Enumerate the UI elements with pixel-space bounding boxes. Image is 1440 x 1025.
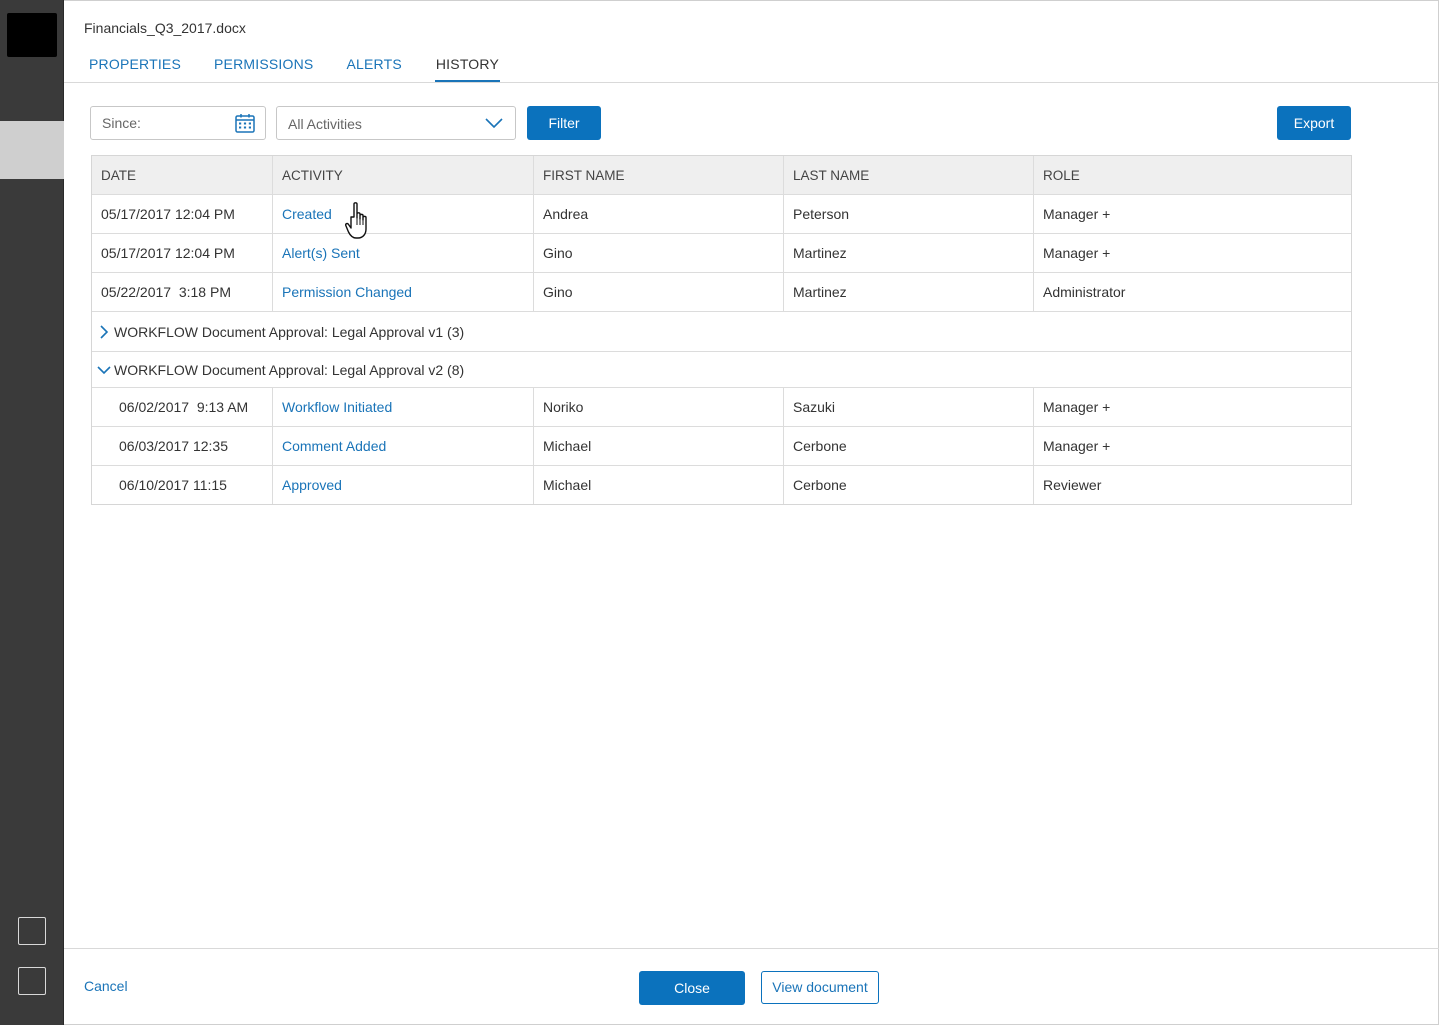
cell-role: Manager + — [1043, 206, 1111, 222]
cell-role: Reviewer — [1043, 477, 1102, 493]
cell-role: Administrator — [1043, 284, 1126, 300]
cell-date: 06/03/2017 12:35 — [92, 427, 273, 465]
cell-role: Manager + — [1043, 438, 1111, 454]
activity-select-value: All Activities — [288, 116, 362, 132]
tab-divider — [64, 82, 1439, 83]
cell-date: 05/22/2017 3:18 PM — [92, 273, 273, 311]
left-rail — [0, 0, 64, 1025]
activity-link[interactable]: Comment Added — [282, 438, 386, 454]
column-header-date[interactable]: DATE — [92, 156, 273, 194]
cell-last-name: Sazuki — [784, 388, 1034, 426]
workflow-group-label: WORKFLOW Document Approval: Legal Approv… — [114, 323, 465, 340]
activity-link[interactable]: Workflow Initiated — [282, 399, 392, 415]
chevron-down-icon[interactable] — [97, 363, 111, 377]
table-row: 06/10/2017 11:15 Approved Michael Cerbon… — [92, 465, 1351, 504]
app-logo — [7, 13, 57, 57]
table-row: 05/17/2017 12:04 PM Alert(s) Sent Gino M… — [92, 233, 1351, 272]
cancel-link[interactable]: Cancel — [84, 978, 128, 994]
cell-first-name: Noriko — [534, 388, 784, 426]
rail-square-icon-1[interactable] — [18, 917, 46, 945]
column-header-first-name[interactable]: FIRST NAME — [534, 156, 784, 194]
cell-first-name: Michael — [534, 466, 784, 504]
tab-alerts[interactable]: ALERTS — [346, 55, 401, 80]
cell-date: 05/17/2017 12:04 PM — [92, 234, 273, 272]
cell-last-name: Cerbone — [784, 427, 1034, 465]
workflow-group-label: WORKFLOW Document Approval: Legal Approv… — [114, 361, 465, 378]
table-row: 06/02/2017 9:13 AM Workflow Initiated No… — [92, 387, 1351, 426]
column-header-role[interactable]: ROLE — [1034, 156, 1351, 194]
activity-link[interactable]: Approved — [282, 477, 342, 493]
history-table: DATE ACTIVITY FIRST NAME LAST NAME ROLE … — [91, 155, 1352, 505]
tab-properties[interactable]: PROPERTIES — [89, 55, 181, 80]
activity-link[interactable]: Alert(s) Sent — [282, 245, 360, 261]
cell-role: Manager + — [1043, 399, 1111, 415]
workflow-group-v1[interactable]: WORKFLOW Document Approval: Legal Approv… — [92, 311, 1351, 351]
table-row: 05/22/2017 3:18 PM Permission Changed Gi… — [92, 272, 1351, 311]
chevron-right-icon[interactable] — [97, 324, 111, 339]
column-header-activity[interactable]: ACTIVITY — [273, 156, 534, 194]
rail-square-icon-2[interactable] — [18, 967, 46, 995]
column-header-last-name[interactable]: LAST NAME — [784, 156, 1034, 194]
activity-link[interactable]: Created — [282, 206, 332, 222]
since-date-field[interactable] — [90, 106, 266, 140]
close-button[interactable]: Close — [639, 971, 745, 1005]
since-input[interactable] — [100, 114, 224, 132]
document-title: Financials_Q3_2017.docx — [84, 20, 246, 36]
cell-date: 05/17/2017 12:04 PM — [92, 195, 273, 233]
rail-active-item[interactable] — [0, 121, 64, 179]
document-details-panel: Financials_Q3_2017.docx PROPERTIES PERMI… — [64, 0, 1439, 1025]
cell-last-name: Cerbone — [784, 466, 1034, 504]
cell-first-name: Michael — [534, 427, 784, 465]
chevron-down-icon — [485, 118, 503, 129]
export-button[interactable]: Export — [1277, 106, 1351, 140]
tab-permissions[interactable]: PERMISSIONS — [214, 55, 313, 80]
cell-role: Manager + — [1043, 245, 1111, 261]
filter-button[interactable]: Filter — [527, 106, 601, 140]
table-row: 05/17/2017 12:04 PM Created Andrea Peter… — [92, 194, 1351, 233]
cell-last-name: Peterson — [784, 195, 1034, 233]
activity-select[interactable]: All Activities — [276, 106, 516, 140]
activity-link[interactable]: Permission Changed — [282, 284, 412, 300]
cell-last-name: Martinez — [784, 273, 1034, 311]
cell-last-name: Martinez — [784, 234, 1034, 272]
tab-history[interactable]: HISTORY — [434, 55, 500, 83]
cell-first-name: Andrea — [534, 195, 784, 233]
calendar-icon[interactable] — [235, 114, 255, 133]
footer-divider — [64, 948, 1439, 949]
cell-first-name: Gino — [534, 273, 784, 311]
table-header-row: DATE ACTIVITY FIRST NAME LAST NAME ROLE — [92, 156, 1351, 194]
table-row: 06/03/2017 12:35 Comment Added Michael C… — [92, 426, 1351, 465]
tab-bar: PROPERTIES PERMISSIONS ALERTS HISTORY — [89, 55, 533, 83]
workflow-group-v2[interactable]: WORKFLOW Document Approval: Legal Approv… — [92, 351, 1351, 387]
cell-first-name: Gino — [534, 234, 784, 272]
cell-date: 06/02/2017 9:13 AM — [92, 388, 273, 426]
cell-date: 06/10/2017 11:15 — [92, 466, 273, 504]
view-document-button[interactable]: View document — [761, 971, 879, 1004]
